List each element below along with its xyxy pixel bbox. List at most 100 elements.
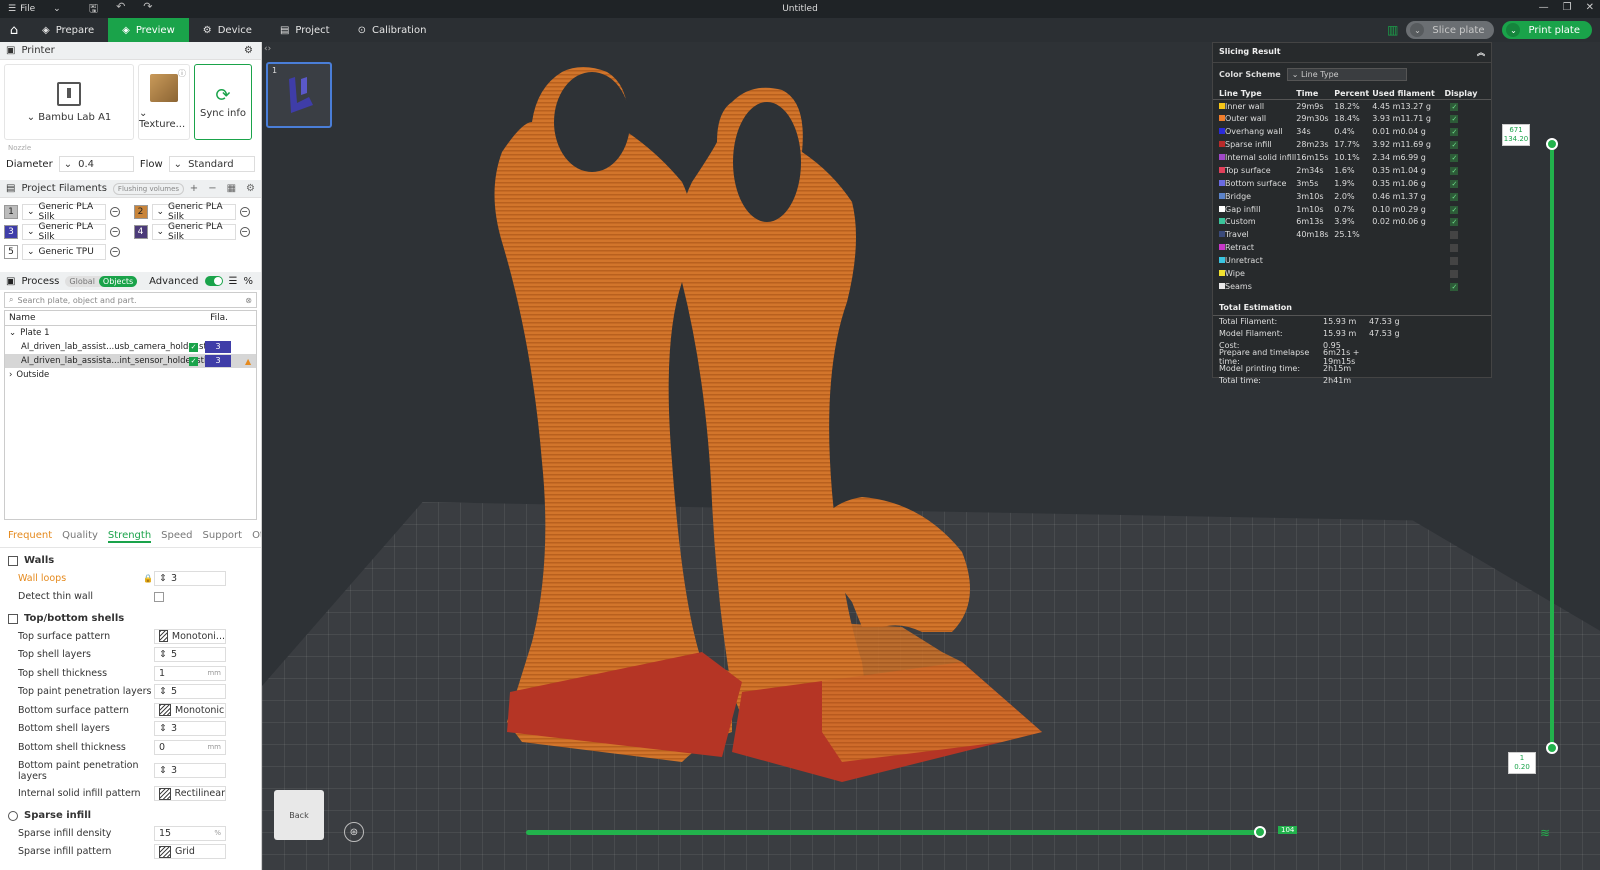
home-icon[interactable]: ⌂ [0, 18, 28, 42]
sparse-density-input[interactable]: 15% [154, 825, 226, 841]
filament-select[interactable]: ⌄ Generic PLA Silk [151, 222, 236, 242]
display-checkbox[interactable]: ✓ [1450, 166, 1459, 175]
filament-item[interactable]: 3 ⌄ Generic PLA Silk − [4, 222, 128, 242]
filament-select[interactable]: ⌄ Generic PLA Silk [22, 202, 106, 222]
spin-icon[interactable]: ⇕ [159, 686, 167, 697]
display-checkbox[interactable]: ✓ [1450, 282, 1459, 291]
move-slider[interactable]: 104 [526, 826, 1298, 838]
filament-color-swatch[interactable]: 5 [4, 245, 18, 259]
top-layers-input[interactable]: ⇕ 5 [154, 647, 226, 663]
bottom-thickness-input[interactable]: 0 mm [154, 739, 226, 755]
collapse-icon[interactable]: ︽ [1477, 47, 1485, 58]
advanced-toggle[interactable] [204, 276, 223, 286]
spin-icon[interactable]: ⇕ [159, 649, 167, 660]
bottom-pattern-select[interactable]: Monotonic [154, 702, 226, 718]
global-option[interactable]: Global [65, 276, 99, 287]
chevron-down-icon[interactable]: ⌄ [9, 328, 16, 338]
spin-icon[interactable]: ⇕ [159, 765, 167, 776]
filament-select[interactable]: ⌄ Generic PLA Silk [151, 202, 236, 222]
global-objects-switch[interactable]: Global Objects [65, 275, 138, 287]
layer-slider-bottom-handle[interactable] [1546, 742, 1558, 754]
sync-info-button[interactable]: ⟳ Sync info [194, 64, 252, 140]
filament-item[interactable]: 1 ⌄ Generic PLA Silk − [4, 202, 128, 222]
objects-option[interactable]: Objects [98, 275, 138, 287]
bottom-paint-input[interactable]: ⇕ 3 [154, 763, 226, 778]
tab-project[interactable]: ▤ Project [266, 18, 344, 42]
remove-filament-icon[interactable]: − [110, 227, 120, 237]
color-scheme-select[interactable]: ⌄ Line Type [1286, 68, 1407, 81]
display-checkbox[interactable]: ✓ [1450, 270, 1459, 279]
tab-frequent[interactable]: Frequent [8, 530, 52, 543]
outside-row[interactable]: › Outside [5, 368, 256, 382]
visible-checkbox[interactable]: ✓ [189, 356, 198, 366]
view-cube[interactable]: Back [274, 790, 324, 840]
file-menu[interactable]: ☰ File ⌄ [0, 4, 61, 14]
display-checkbox[interactable]: ✓ [1450, 115, 1459, 124]
remove-icon[interactable]: − [208, 183, 216, 194]
wall-loops-input[interactable]: ⇕ 3 [154, 570, 226, 586]
filament-item[interactable]: 2 ⌄ Generic PLA Silk − [133, 202, 258, 222]
object-row-selected[interactable]: AI_driven_lab_assista...int_sensor_holde… [5, 354, 256, 368]
top-paint-input[interactable]: ⇕ 5 [154, 684, 226, 700]
bottom-layers-input[interactable]: ⇕ 3 [154, 721, 226, 737]
top-pattern-select[interactable]: Monotoni... [154, 628, 226, 644]
tab-strength[interactable]: Strength [107, 530, 152, 543]
chevron-down-icon[interactable]: ⌄ [1506, 23, 1521, 37]
object-search-input[interactable]: ⌕ Search plate, object and part. ⊗ [4, 292, 257, 308]
list-icon[interactable]: ☰ [229, 276, 238, 287]
layout-icon[interactable]: ▥ [1387, 23, 1398, 37]
info-icon[interactable]: ⓘ [178, 68, 186, 79]
chevron-right-icon[interactable]: › [9, 370, 12, 380]
print-plate-button[interactable]: ⌄ Print plate [1502, 21, 1592, 39]
restore-icon[interactable]: ❐ [1563, 2, 1572, 13]
display-checkbox[interactable]: ✓ [1450, 141, 1459, 150]
redo-icon[interactable]: ↷ [143, 0, 152, 19]
tab-quality[interactable]: Quality [62, 530, 98, 543]
filament-select[interactable]: ⌄ Generic TPU [22, 244, 106, 260]
spin-icon[interactable]: ⇕ [159, 573, 167, 584]
hamburger-icon[interactable]: ☰ [8, 4, 16, 14]
tab-prepare[interactable]: ◈ Prepare [28, 18, 108, 42]
filament-color-swatch[interactable]: 3 [4, 225, 18, 239]
plate-row[interactable]: ⌄ Plate 1 [5, 326, 256, 340]
lock-icon[interactable]: 🔒 [143, 574, 153, 583]
layer-slider-track[interactable] [1550, 142, 1554, 752]
tab-speed[interactable]: Speed [161, 530, 192, 543]
compare-icon[interactable]: % [243, 276, 253, 287]
slice-plate-button[interactable]: ⌄ Slice plate [1406, 21, 1495, 39]
chevron-down-icon[interactable]: ⌄ [53, 4, 61, 14]
display-checkbox[interactable]: ✓ [1450, 257, 1459, 266]
minimize-icon[interactable]: — [1539, 2, 1549, 13]
chevron-down-icon[interactable]: ⌄ [1410, 23, 1425, 37]
sparse-pattern-select[interactable]: Grid [154, 844, 226, 860]
gear-icon[interactable]: ⚙ [246, 183, 255, 194]
display-checkbox[interactable]: ✓ [1450, 244, 1459, 253]
layers-icon[interactable]: ≋ [1540, 826, 1550, 840]
sync-ams-icon[interactable]: ▦ [227, 183, 236, 194]
move-slider-track[interactable] [526, 830, 1266, 835]
filament-color-swatch[interactable]: 2 [133, 205, 148, 219]
close-icon[interactable]: ✕ [1586, 2, 1594, 13]
display-checkbox[interactable]: ✓ [1450, 218, 1459, 227]
flushing-volumes-button[interactable]: Flushing volumes [112, 182, 185, 195]
object-row[interactable]: AI_driven_lab_assist...usb_camera_holder… [5, 340, 256, 354]
clear-icon[interactable]: ⊗ [245, 296, 252, 305]
internal-pattern-select[interactable]: Rectilinear [154, 786, 226, 802]
tab-support[interactable]: Support [203, 530, 243, 543]
layer-slider[interactable] [1546, 138, 1558, 754]
move-slider-handle[interactable] [1254, 826, 1266, 838]
display-checkbox[interactable]: ✓ [1450, 128, 1459, 137]
undo-icon[interactable]: ↶ [116, 0, 125, 19]
layer-slider-top-handle[interactable] [1546, 138, 1558, 150]
object-filament-number[interactable]: 3 [205, 355, 231, 367]
warning-icon[interactable]: ▲ [245, 357, 251, 366]
save-icon[interactable]: 🖫 [89, 0, 98, 19]
object-filament-number[interactable]: 3 [205, 341, 231, 353]
filament-item[interactable]: 4 ⌄ Generic PLA Silk − [133, 222, 258, 242]
spin-icon[interactable]: ⇕ [159, 723, 167, 734]
filament-item[interactable]: 5 ⌄ Generic TPU − [4, 244, 128, 260]
filament-select[interactable]: ⌄ Generic PLA Silk [22, 222, 106, 242]
remove-filament-icon[interactable]: − [239, 207, 250, 217]
remove-filament-icon[interactable]: − [110, 207, 120, 217]
plate-type-card[interactable]: ⓘ ⌄ Texture... [138, 64, 190, 140]
